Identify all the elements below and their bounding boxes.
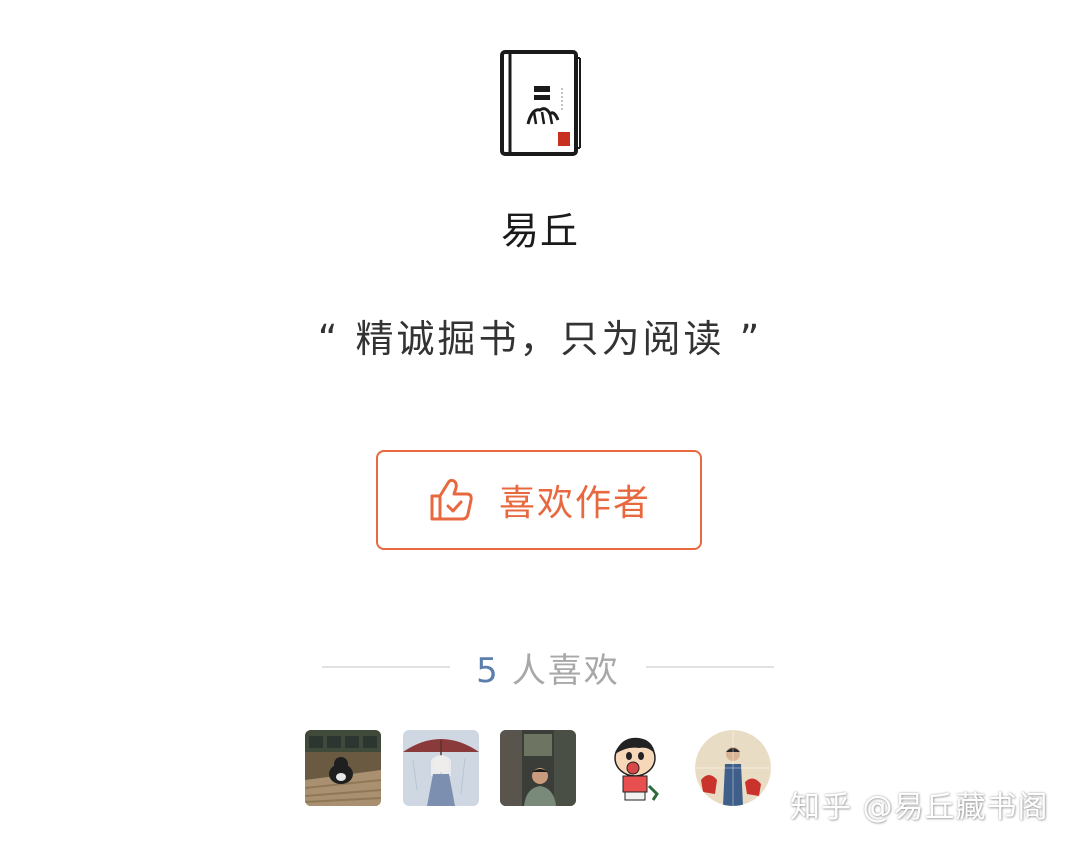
likes-suffix: 人喜欢: [511, 650, 620, 691]
cartoon-boy-avatar: [599, 730, 675, 806]
author-name: 易丘: [500, 209, 579, 253]
like-button-label: 喜欢作者: [498, 483, 651, 524]
author-motto: “ 精诚掘书，只为阅读 ”: [317, 317, 763, 361]
liker-avatar[interactable]: [500, 730, 576, 806]
likes-count: 5: [476, 650, 500, 691]
liker-avatar[interactable]: [305, 730, 381, 806]
likes-count-text: 5 人喜欢: [476, 643, 620, 692]
cat-photo-avatar: [305, 730, 381, 806]
thumbs-up-icon: [430, 478, 473, 521]
divider-right: [645, 666, 774, 668]
poster-art-avatar: [695, 730, 771, 806]
liker-avatars: [305, 730, 775, 806]
liker-avatar[interactable]: [695, 730, 771, 806]
man-portrait-avatar: [500, 730, 576, 806]
book-logo-icon: [500, 50, 581, 156]
site-watermark: 知乎 @易丘藏书阁: [790, 790, 1049, 825]
likes-summary: 5 人喜欢: [322, 642, 774, 692]
umbrella-illustration-avatar: [403, 730, 479, 806]
liker-avatar[interactable]: [599, 730, 675, 806]
author-card: 易丘 “ 精诚掘书，只为阅读 ” 喜欢作者 5 人喜欢 知乎 @易丘藏书阁: [0, 0, 1080, 850]
divider-left: [322, 666, 450, 668]
liker-avatar[interactable]: [403, 730, 479, 806]
like-author-button[interactable]: 喜欢作者: [376, 450, 702, 550]
